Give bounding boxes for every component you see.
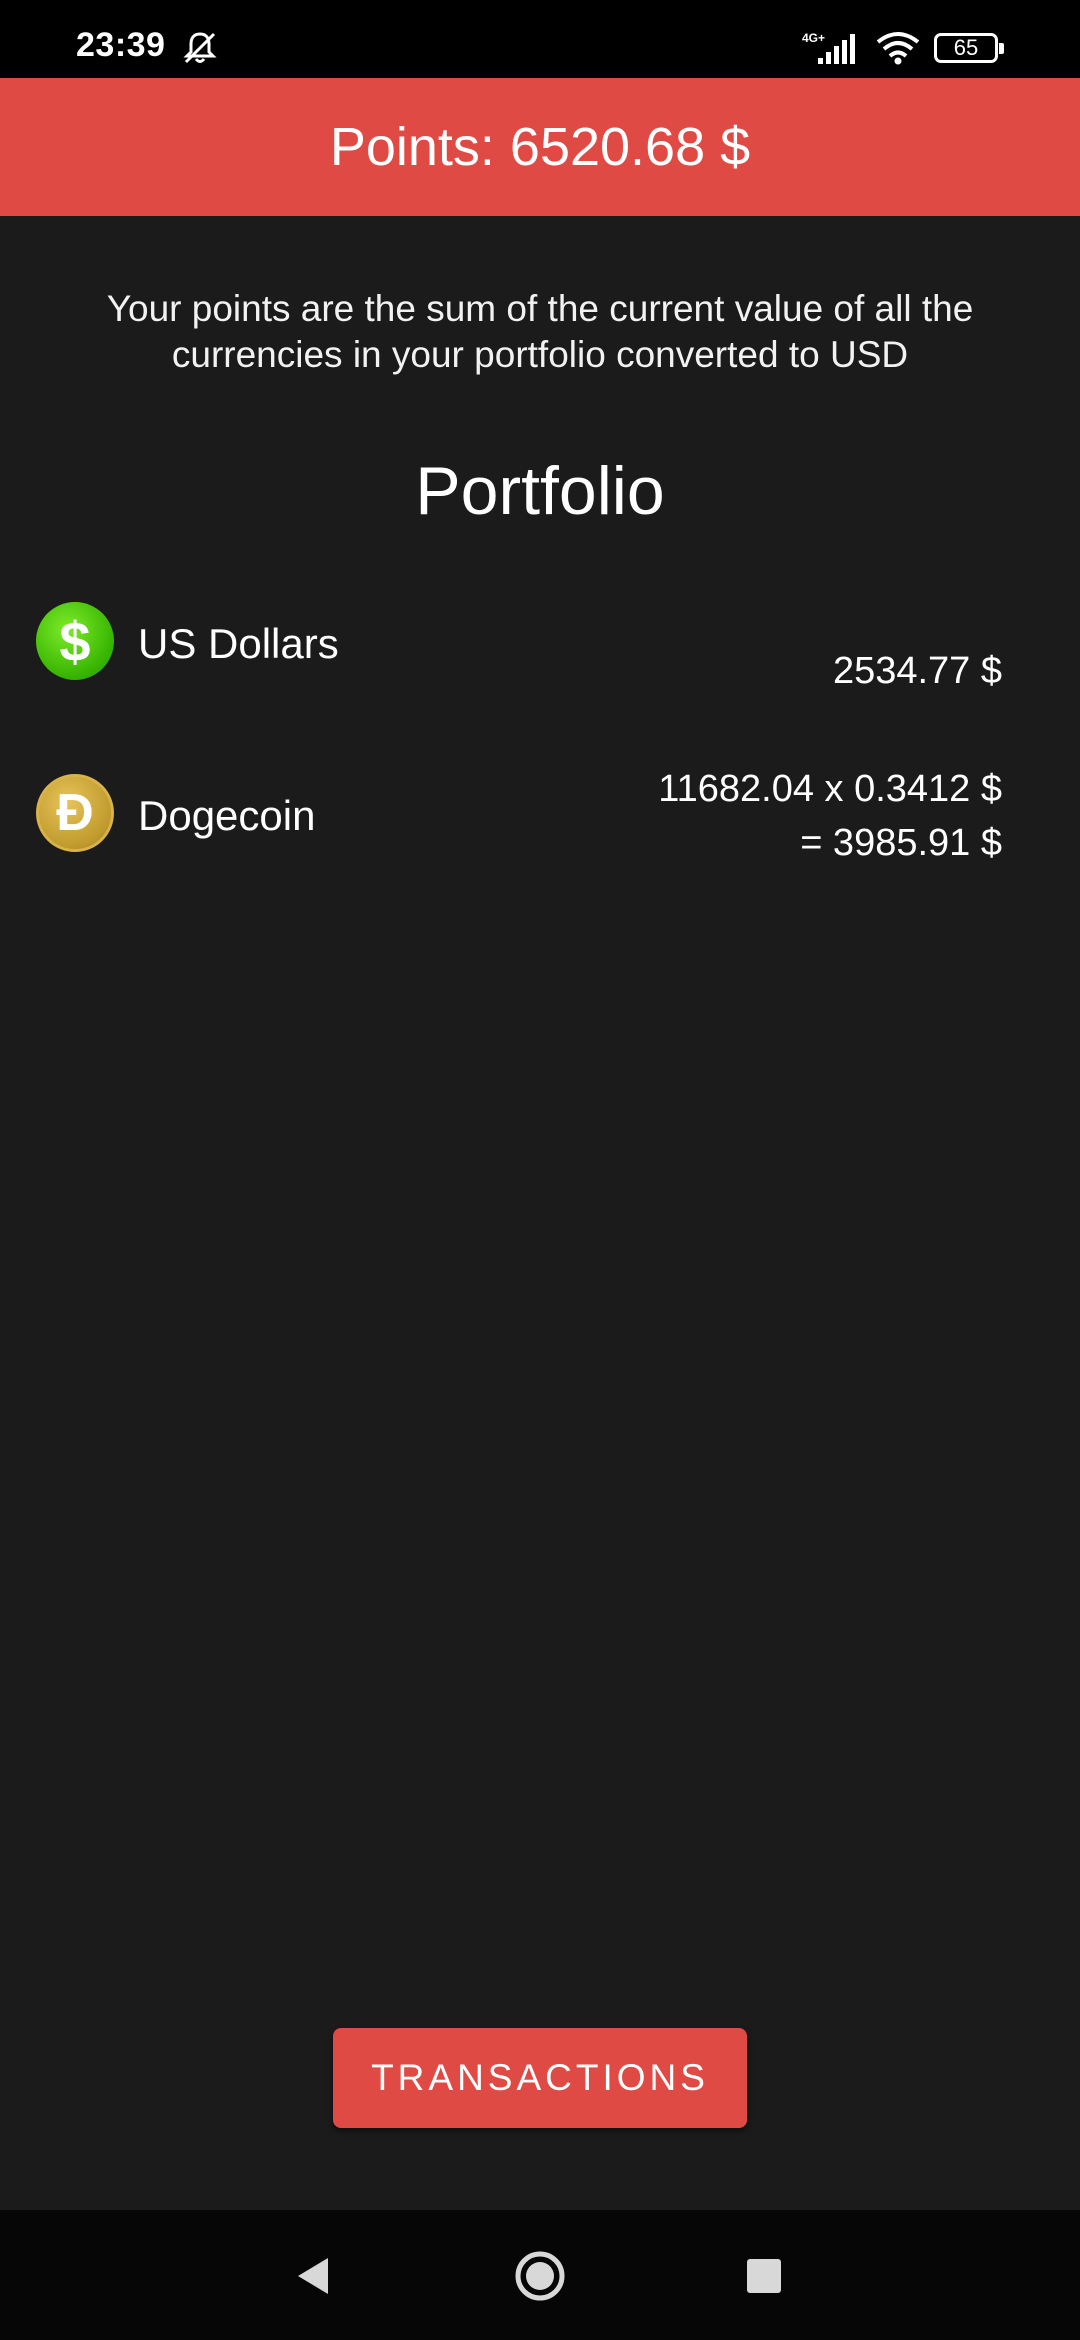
battery-icon: 65 — [934, 33, 1004, 63]
status-time: 23:39 — [76, 26, 166, 64]
signal-icon: 4G+ — [802, 31, 855, 64]
currency-value-line: = 3985.91 $ — [800, 822, 1002, 864]
points-header: Points: 6520.68 $ — [0, 78, 1080, 216]
points-description: Your points are the sum of the current v… — [106, 288, 974, 375]
currency-value: 2534.77 $ — [833, 644, 1002, 698]
points-total: Points: 6520.68 $ — [329, 117, 751, 177]
network-label: 4G+ — [802, 31, 825, 45]
currency-name: Dogecoin — [138, 792, 316, 839]
wifi-icon — [876, 32, 920, 65]
recents-icon[interactable] — [734, 2246, 794, 2306]
portfolio-item-us-dollars[interactable]: $ US Dollars 2534.77 $ — [0, 600, 1080, 740]
transactions-button[interactable]: TRANSACTIONS — [333, 2028, 747, 2128]
battery-level: 65 — [953, 35, 979, 60]
portfolio-item-dogecoin[interactable]: Ð Dogecoin 11682.04 x 0.3412 $ = 3985.91… — [0, 768, 1080, 898]
back-icon[interactable] — [282, 2246, 342, 2306]
navigation-bar — [0, 2210, 1080, 2340]
dogecoin-icon: Ð — [36, 774, 114, 852]
bell-off-icon — [183, 32, 217, 64]
home-icon[interactable] — [510, 2246, 570, 2306]
currency-name: US Dollars — [138, 620, 339, 667]
currency-value: 11682.04 x 0.3412 $ = 3985.91 $ — [658, 762, 1002, 870]
portfolio-title: Portfolio — [415, 453, 665, 529]
status-bar: 23:39 4G+ 65 — [0, 0, 1080, 78]
dollar-coin-icon: $ — [36, 602, 114, 680]
currency-calculation: 11682.04 x 0.3412 $ — [658, 768, 1002, 810]
currency-value-line: 2534.77 $ — [832, 650, 1002, 692]
